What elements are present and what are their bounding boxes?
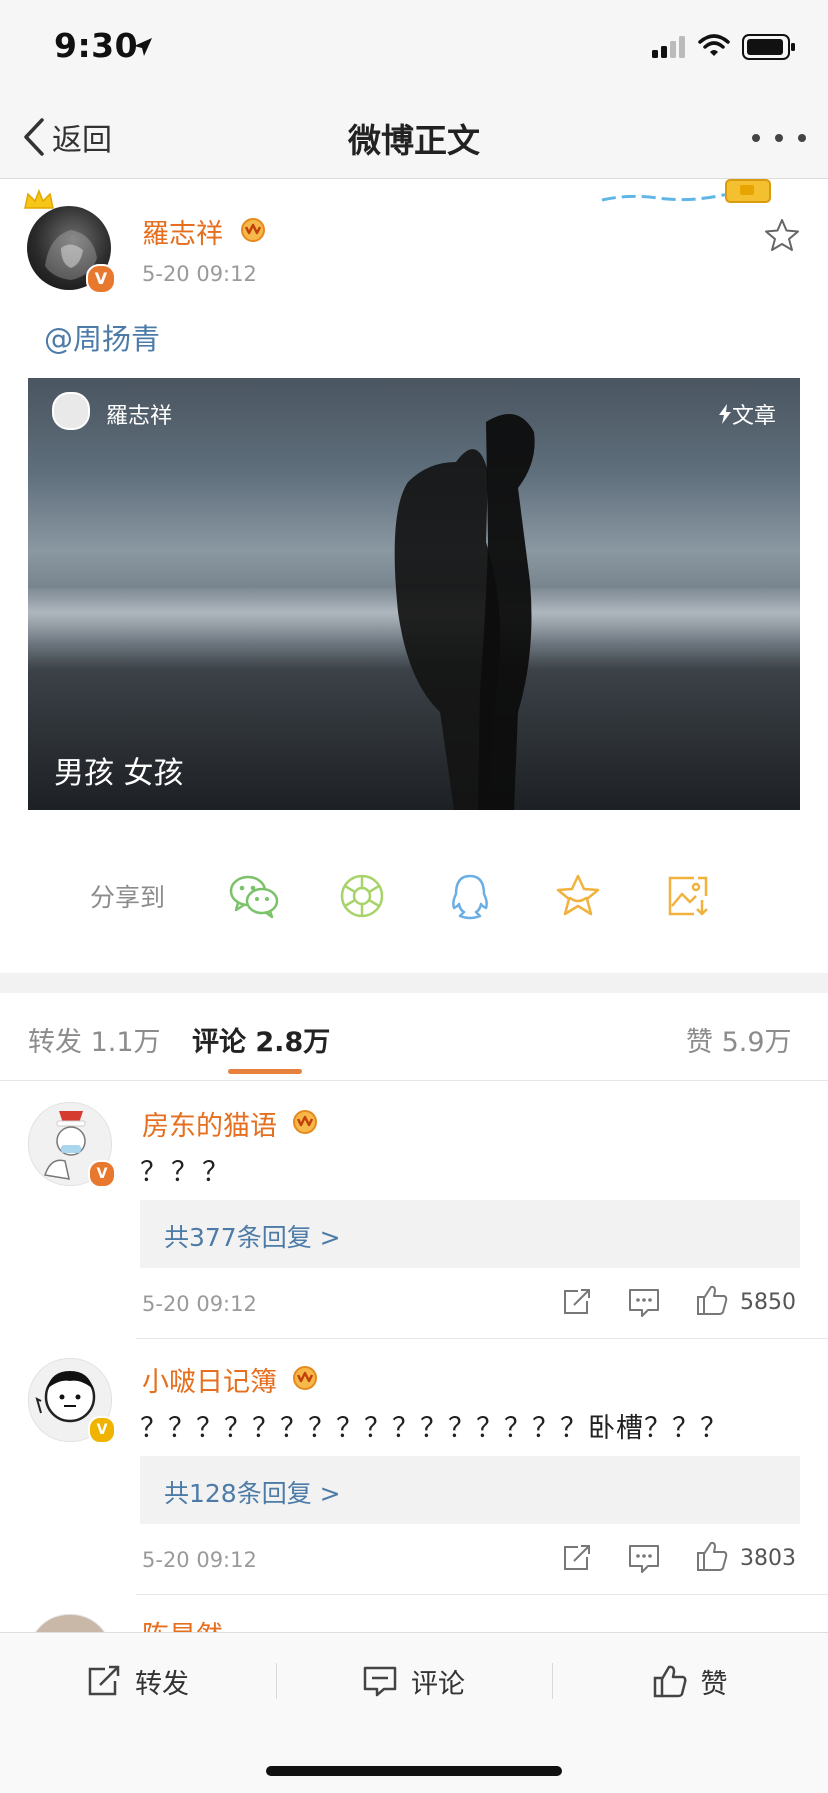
nav-bar: 微博正文 返回 bbox=[0, 98, 828, 179]
more-options-button[interactable] bbox=[752, 126, 806, 150]
card-title: 男孩 女孩 bbox=[54, 756, 184, 791]
repost-label: 转发 bbox=[135, 1668, 189, 1700]
article-tag: 文章 bbox=[718, 398, 776, 430]
article-card[interactable]: 羅志祥 文章 男孩 女孩 bbox=[28, 378, 800, 810]
like-count: 3803 bbox=[740, 1546, 796, 1571]
divider bbox=[136, 1338, 828, 1339]
like-button[interactable]: 赞 bbox=[552, 1633, 828, 1729]
like-icon[interactable] bbox=[696, 1540, 728, 1572]
status-time: 9:30 bbox=[54, 26, 139, 65]
save-image-icon[interactable] bbox=[664, 872, 712, 920]
like-icon[interactable] bbox=[696, 1284, 728, 1316]
dot-icon bbox=[775, 134, 783, 142]
status-bar: 9:30 bbox=[0, 0, 828, 98]
location-arrow-icon bbox=[134, 38, 152, 56]
comment-text: ？？？ bbox=[140, 1157, 233, 1188]
page-title: 微博正文 bbox=[348, 121, 480, 160]
verified-badge: V bbox=[88, 1416, 116, 1444]
couple-silhouette-image bbox=[394, 414, 535, 810]
tab-indicator bbox=[228, 1069, 302, 1074]
dot-icon bbox=[798, 134, 806, 142]
dot-icon bbox=[752, 134, 760, 142]
lightning-icon bbox=[719, 404, 731, 424]
like-count: 5850 bbox=[740, 1290, 796, 1315]
divider bbox=[136, 1594, 828, 1595]
favorite-star-icon[interactable] bbox=[554, 872, 602, 920]
replies-count: 共128条回复 > bbox=[164, 1479, 341, 1508]
comment-icon bbox=[363, 1666, 397, 1697]
card-author-name: 羅志祥 bbox=[106, 404, 173, 429]
post-time: 5-20 09:12 bbox=[142, 262, 257, 286]
comment-time: 5-20 09:12 bbox=[142, 1292, 257, 1316]
like-label: 赞 bbox=[700, 1668, 728, 1700]
replies-count: 共377条回复 > bbox=[164, 1223, 341, 1252]
wave-decoration-icon bbox=[601, 179, 771, 203]
repost-icon[interactable] bbox=[562, 1288, 592, 1316]
mention-link[interactable]: @周扬青 bbox=[44, 316, 160, 358]
commenter-name[interactable]: 房东的猫语 bbox=[142, 1104, 277, 1143]
back-label: 返回 bbox=[52, 123, 112, 158]
comment-icon[interactable] bbox=[628, 1288, 660, 1318]
chevron-left-icon bbox=[24, 118, 44, 156]
comment-button[interactable]: 评论 bbox=[276, 1633, 552, 1729]
verified-badge: V bbox=[88, 1160, 116, 1188]
card-author-avatar bbox=[52, 392, 90, 430]
qq-icon[interactable] bbox=[448, 872, 492, 922]
like-icon bbox=[653, 1665, 686, 1698]
repost-icon bbox=[88, 1665, 120, 1696]
commenter-name[interactable]: 小啵日记簿 bbox=[142, 1360, 277, 1399]
replies-link[interactable]: 共377条回复 > bbox=[140, 1200, 800, 1268]
comment-icon[interactable] bbox=[628, 1544, 660, 1574]
home-indicator bbox=[266, 1766, 562, 1776]
share-label: 分享到 bbox=[90, 883, 166, 912]
repost-button[interactable]: 转发 bbox=[0, 1633, 276, 1729]
vip-crown-icon bbox=[241, 218, 265, 242]
wechat-icon[interactable] bbox=[228, 872, 280, 920]
favorite-star-icon[interactable] bbox=[764, 218, 800, 252]
vip-crown-icon bbox=[293, 1366, 317, 1390]
divider bbox=[0, 1080, 828, 1081]
comment-text: ？？？？？？？？？？？？？？？？卧槽？？？ bbox=[140, 1413, 728, 1444]
signal-icon bbox=[652, 36, 685, 58]
article-tag-label: 文章 bbox=[732, 404, 777, 429]
comment-label: 评论 bbox=[411, 1668, 465, 1700]
tab-like[interactable]: 赞 5.9万 bbox=[686, 1020, 792, 1059]
vip-crown-icon bbox=[293, 1110, 317, 1134]
tab-repost[interactable]: 转发 1.1万 bbox=[28, 1020, 161, 1059]
wifi-icon bbox=[698, 34, 730, 56]
back-button[interactable]: 返回 bbox=[22, 112, 112, 162]
comment-time: 5-20 09:12 bbox=[142, 1548, 257, 1572]
author-name[interactable]: 羅志祥 bbox=[142, 212, 223, 251]
moments-icon[interactable] bbox=[338, 872, 386, 920]
crown-icon bbox=[24, 188, 54, 209]
section-divider bbox=[0, 973, 828, 993]
battery-icon bbox=[742, 34, 795, 60]
repost-icon[interactable] bbox=[562, 1544, 592, 1572]
verified-badge: V bbox=[86, 264, 116, 294]
tab-comment[interactable]: 评论 2.8万 bbox=[192, 1020, 330, 1059]
replies-link[interactable]: 共128条回复 > bbox=[140, 1456, 800, 1524]
